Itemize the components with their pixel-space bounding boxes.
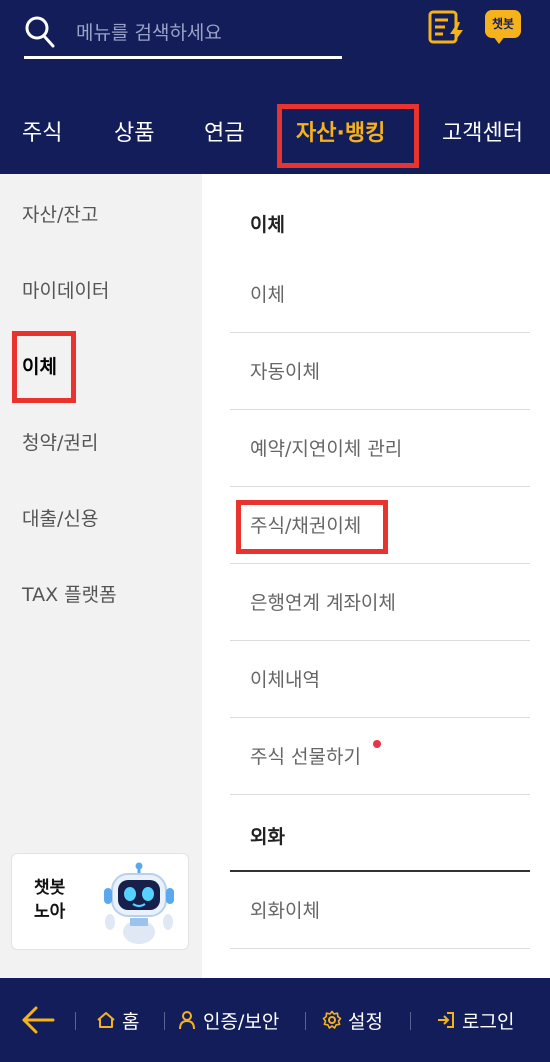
- category-sidebar: 자산/잔고 마이데이터 이체 청약/권리 대출/신용 TAX 플랫폼 챗봇 노아: [0, 174, 202, 978]
- section-title-transfer: 이체: [250, 214, 285, 236]
- auth-security-button[interactable]: 인증/보안: [177, 1006, 279, 1034]
- menu-item-stock-gift[interactable]: 주식 선물하기: [230, 718, 530, 795]
- chatbot-bubble-tail: [493, 36, 505, 44]
- menu-item-label: 자동이체: [250, 361, 320, 383]
- tab-products[interactable]: 상품: [114, 112, 154, 156]
- menu-item-label: 이체: [250, 284, 285, 306]
- sidebar-item-subscription[interactable]: 청약/권리: [22, 428, 98, 455]
- sidebar-highlight-box: [12, 331, 76, 403]
- settings-button[interactable]: 설정: [322, 1006, 383, 1034]
- menu-item-scheduled-transfer[interactable]: 예약/지연이체 관리: [230, 410, 530, 487]
- submenu-panel: 이체 이체 자동이체 예약/지연이체 관리 주식/채권이체 은행연계 계좌이체 …: [202, 174, 550, 978]
- search-icon[interactable]: [24, 14, 56, 50]
- chatbot-card-line2: 노아: [34, 902, 66, 922]
- search-bar: [24, 10, 342, 60]
- search-input[interactable]: [76, 16, 336, 50]
- menu-item-auto-transfer[interactable]: 자동이체: [230, 333, 530, 410]
- login-label: 로그인: [462, 1010, 515, 1033]
- home-button[interactable]: 홈: [96, 1006, 139, 1034]
- tab-stocks[interactable]: 주식: [22, 112, 62, 156]
- menu-item-label: 외화이체: [250, 900, 320, 922]
- robot-icon: [104, 862, 174, 944]
- top-header: 챗봇 주식 상품 연금 자산·뱅킹 고객센터: [0, 0, 550, 174]
- menu-item-label: 주식 선물하기: [250, 746, 361, 768]
- main-tabs: 주식 상품 연금 자산·뱅킹 고객센터: [0, 104, 550, 168]
- gear-icon: [322, 1010, 342, 1029]
- person-icon: [179, 1011, 195, 1030]
- section-title-foreign-currency: 외화: [250, 826, 285, 848]
- login-button[interactable]: 로그인: [436, 1006, 514, 1034]
- menu-item-label: 예약/지연이체 관리: [250, 438, 403, 460]
- settings-label: 설정: [348, 1010, 383, 1033]
- tab-highlight-box: [277, 104, 419, 168]
- menu-item-bank-linked-transfer[interactable]: 은행연계 계좌이체: [230, 564, 530, 641]
- chatbot-card-text: 챗봇 노아: [34, 876, 65, 924]
- bar-separator: [164, 1012, 165, 1030]
- menu-item-label: 은행연계 계좌이체: [250, 592, 396, 614]
- memo-lightning-icon[interactable]: [428, 10, 466, 46]
- chatbot-badge-label: 챗봇: [485, 10, 521, 38]
- bar-separator: [410, 1012, 411, 1030]
- bar-separator: [75, 1012, 76, 1030]
- new-badge-dot: [373, 740, 381, 748]
- back-arrow-icon[interactable]: [20, 1004, 56, 1036]
- login-icon: [438, 1012, 454, 1028]
- search-underline: [24, 56, 342, 59]
- menu-highlight-box: [236, 500, 388, 554]
- sidebar-item-assets[interactable]: 자산/잔고: [22, 200, 98, 227]
- menu-item-transfer-history[interactable]: 이체내역: [230, 641, 530, 718]
- chatbot-icon[interactable]: 챗봇: [485, 10, 523, 46]
- bar-separator: [305, 1012, 306, 1030]
- tab-pension[interactable]: 연금: [204, 112, 244, 156]
- home-icon: [97, 1012, 115, 1028]
- tab-customer-center[interactable]: 고객센터: [442, 112, 523, 156]
- sidebar-item-loan[interactable]: 대출/신용: [22, 504, 98, 531]
- sidebar-item-tax-platform[interactable]: TAX 플랫폼: [22, 580, 117, 607]
- bottom-navigation: 홈 인증/보안 설정 로그인: [0, 978, 550, 1062]
- home-label: 홈: [122, 1010, 140, 1033]
- menu-item-foreign-transfer[interactable]: 외화이체: [230, 872, 530, 949]
- sidebar-item-mydata[interactable]: 마이데이터: [22, 276, 109, 303]
- menu-item-transfer[interactable]: 이체: [230, 256, 530, 333]
- menu-item-label: 이체내역: [250, 669, 320, 691]
- chatbot-noa-card[interactable]: 챗봇 노아: [11, 853, 189, 950]
- auth-security-label: 인증/보안: [203, 1010, 280, 1033]
- chatbot-card-line1: 챗봇: [34, 878, 66, 898]
